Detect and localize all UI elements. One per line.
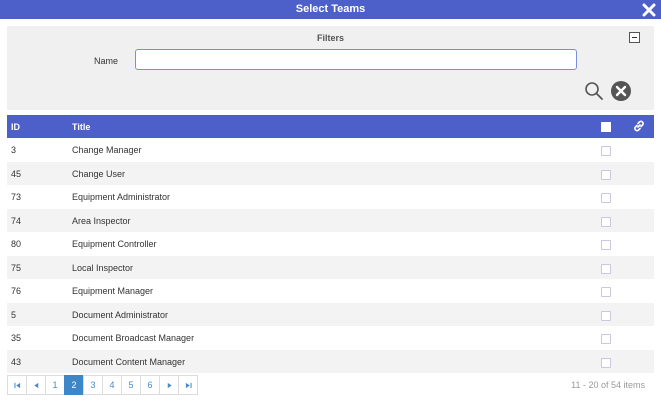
table-row[interactable]: 80 Equipment Controller bbox=[7, 232, 654, 256]
row-id: 45 bbox=[11, 168, 22, 179]
table-row[interactable]: 45 Change User bbox=[7, 161, 654, 185]
row-id: 5 bbox=[11, 309, 17, 320]
row-title: Local Inspector bbox=[72, 262, 134, 273]
row-title: Equipment Manager bbox=[72, 286, 154, 296]
table-row[interactable]: 35 Document Broadcast Manager bbox=[7, 326, 654, 350]
row-id: 74 bbox=[11, 215, 22, 226]
page-button-4[interactable]: 4 bbox=[102, 375, 122, 395]
search-icon[interactable] bbox=[583, 80, 605, 102]
name-input[interactable] bbox=[135, 49, 577, 70]
row-title: Area Inspector bbox=[72, 215, 131, 226]
row-checkbox[interactable] bbox=[601, 310, 611, 321]
pager-info: 11 - 20 of 54 items bbox=[571, 380, 645, 390]
table-row[interactable]: 43 Document Content Manager bbox=[7, 349, 654, 373]
row-checkbox[interactable] bbox=[601, 146, 611, 156]
table-row[interactable]: 75 Local Inspector bbox=[7, 255, 654, 279]
next-page-icon[interactable] bbox=[159, 375, 179, 395]
name-label: Name bbox=[94, 56, 119, 66]
row-checkbox[interactable] bbox=[601, 169, 611, 180]
table-row[interactable]: 74 Area Inspector bbox=[7, 208, 654, 232]
row-checkbox[interactable] bbox=[601, 263, 611, 274]
row-id: 43 bbox=[11, 356, 22, 367]
dialog-titlebar: Select Teams bbox=[0, 0, 661, 19]
row-title: Document Broadcast Manager bbox=[72, 333, 195, 343]
row-title: Equipment Controller bbox=[72, 239, 157, 249]
pager: 1 2 3 4 5 6 bbox=[7, 375, 198, 395]
column-header-title[interactable]: Title bbox=[72, 122, 90, 132]
close-icon[interactable] bbox=[641, 0, 657, 19]
row-id: 3 bbox=[11, 145, 17, 155]
row-id: 80 bbox=[11, 239, 22, 249]
column-header-id[interactable]: ID bbox=[11, 122, 20, 132]
row-title: Document Content Manager bbox=[72, 356, 186, 367]
collapse-icon[interactable] bbox=[629, 32, 640, 43]
table-row[interactable]: 73 Equipment Administrator bbox=[7, 185, 654, 209]
select-all-checkbox[interactable] bbox=[601, 122, 611, 132]
filters-title: Filters bbox=[316, 33, 344, 43]
row-id: 73 bbox=[11, 192, 22, 202]
row-id: 76 bbox=[11, 286, 22, 296]
row-checkbox[interactable] bbox=[601, 193, 611, 203]
row-id: 75 bbox=[11, 262, 22, 273]
row-id: 35 bbox=[11, 333, 22, 343]
first-page-icon[interactable] bbox=[7, 375, 27, 395]
dialog-title: Select Teams bbox=[295, 3, 366, 15]
row-title: Equipment Administrator bbox=[72, 192, 171, 202]
teams-grid: ID Title 3 Change Manager 45 Change User 7… bbox=[7, 115, 654, 373]
row-title: Change Manager bbox=[72, 145, 142, 155]
page-button-2[interactable]: 2 bbox=[64, 375, 84, 395]
row-checkbox[interactable] bbox=[601, 216, 611, 227]
table-row[interactable]: 76 Equipment Manager bbox=[7, 279, 654, 303]
row-checkbox[interactable] bbox=[601, 334, 611, 344]
row-title: Document Administrator bbox=[72, 309, 169, 320]
table-row[interactable]: 5 Document Administrator bbox=[7, 302, 654, 326]
grid-header: ID Title bbox=[7, 115, 654, 138]
table-row[interactable]: 3 Change Manager bbox=[7, 138, 654, 162]
page-button-5[interactable]: 5 bbox=[121, 375, 141, 395]
row-checkbox[interactable] bbox=[601, 357, 611, 368]
page-button-1[interactable]: 1 bbox=[45, 375, 65, 395]
link-icon[interactable] bbox=[632, 119, 646, 133]
row-checkbox[interactable] bbox=[601, 287, 611, 297]
filters-panel: Filters Name bbox=[7, 26, 654, 110]
prev-page-icon[interactable] bbox=[26, 375, 46, 395]
last-page-icon[interactable] bbox=[178, 375, 198, 395]
page-button-3[interactable]: 3 bbox=[83, 375, 103, 395]
page-button-6[interactable]: 6 bbox=[140, 375, 160, 395]
clear-filter-icon[interactable] bbox=[610, 80, 632, 102]
row-checkbox[interactable] bbox=[601, 240, 611, 250]
row-title: Change User bbox=[72, 168, 126, 179]
